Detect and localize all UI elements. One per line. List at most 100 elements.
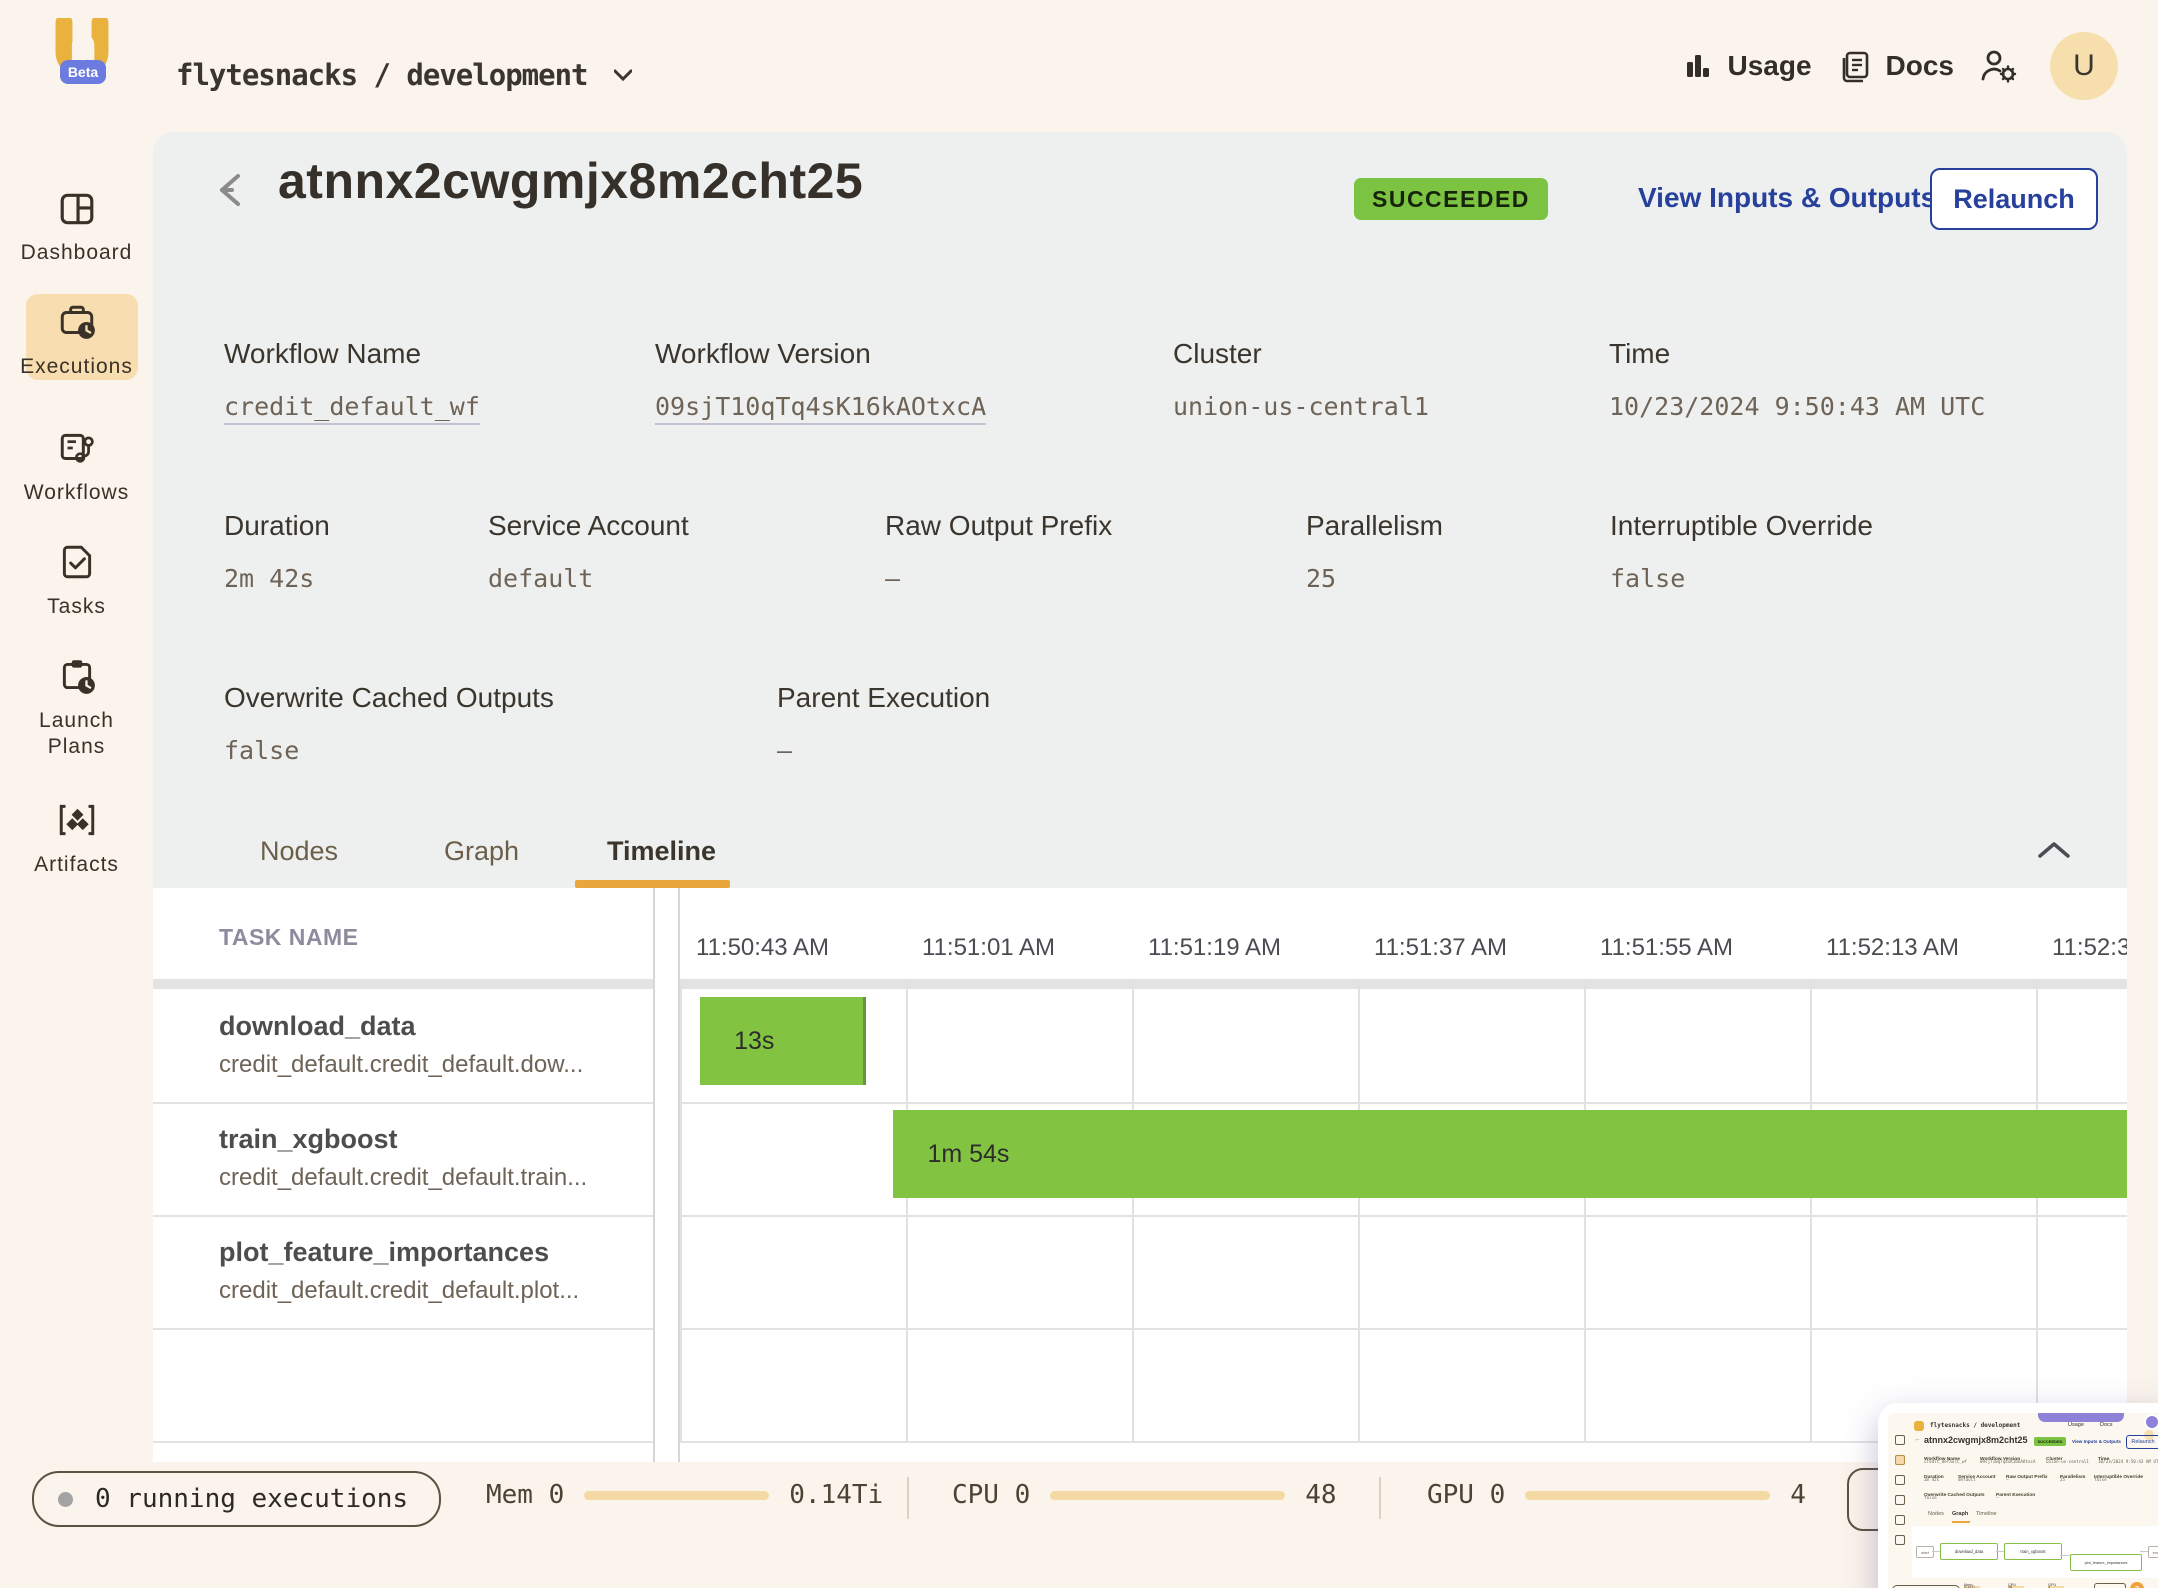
sidebar-item-workflows[interactable]: Workflows xyxy=(0,428,153,506)
pip-docs-label: Docs xyxy=(2100,1422,2113,1428)
row-divider xyxy=(680,1215,2127,1217)
collapse-section-button[interactable] xyxy=(2036,838,2076,870)
tab-graph[interactable]: Graph xyxy=(444,836,519,867)
sidebar-item-launch-plans[interactable]: Launch Plans xyxy=(0,656,153,760)
meta-raw-output-prefix: Raw Output Prefix – xyxy=(885,510,1112,593)
pip-usage-label: Usage xyxy=(2068,1422,2084,1428)
sidebar-label-launch-plans: Launch Plans xyxy=(17,708,137,760)
execution-title: atnnx2cwgmjx8m2cht25 xyxy=(278,152,863,210)
time-value: 10/23/2024 9:50:43 AM UTC xyxy=(1609,392,1985,421)
dashboard-icon xyxy=(58,190,96,228)
sidebar-item-dashboard[interactable]: Dashboard xyxy=(0,190,153,266)
task-row-plot-feature-importances[interactable]: plot_feature_importances credit_default.… xyxy=(153,1215,653,1328)
pip-graph-start-node: start xyxy=(1916,1546,1934,1558)
chevron-down-icon xyxy=(614,69,632,81)
gantt-bar-duration-label: 1m 54s xyxy=(893,1140,1009,1169)
sidebar-item-executions[interactable]: Executions xyxy=(0,302,153,380)
gantt-gridline xyxy=(680,979,682,1441)
pip-active-tab-indicator xyxy=(1952,1521,1970,1523)
view-inputs-outputs-link[interactable]: View Inputs & Outputs xyxy=(1638,182,1936,214)
task-path: credit_default.credit_default.train... xyxy=(219,1164,587,1192)
gantt-bar-train_xgboost[interactable]: 1m 54s xyxy=(893,1110,2127,1198)
pip-status-badge: SUCCEEDED xyxy=(2034,1437,2066,1446)
pip-graph-area: start download_data train_xgboost plot_f… xyxy=(1912,1526,2158,1578)
pip-sidebar-icon xyxy=(1895,1515,1905,1525)
breadcrumb[interactable]: flytesnacks / development xyxy=(176,58,632,92)
pip-help-button: ? xyxy=(2130,1582,2144,1588)
meta-label: Duration xyxy=(224,510,330,542)
workflow-name-link[interactable]: credit_default_wf xyxy=(224,392,480,425)
pip-meta-field: Duration2m 42s xyxy=(1924,1475,1939,1482)
pip-graph-node: plot_feature_importances xyxy=(2070,1554,2142,1571)
task-row-train-xgboost[interactable]: train_xgboost credit_default.credit_defa… xyxy=(153,1102,653,1215)
pip-graph-node: train_xgboost xyxy=(2004,1543,2062,1560)
user-admin-button[interactable] xyxy=(1980,48,2018,84)
avatar[interactable]: U xyxy=(2050,32,2118,100)
duration-value: 2m 42s xyxy=(224,564,330,593)
pip-mini-page: flytesnacks / development Usage Docs ← a… xyxy=(1888,1413,2158,1588)
meta-workflow-name: Workflow Name credit_default_wf xyxy=(224,338,480,425)
header-divider-band xyxy=(680,979,2127,989)
tab-nodes[interactable]: Nodes xyxy=(260,836,338,867)
usage-button[interactable]: Usage xyxy=(1683,50,1811,82)
pip-meta-field: Parent Execution– xyxy=(1996,1493,1999,1500)
column-splitter[interactable] xyxy=(653,888,655,1462)
docs-icon xyxy=(1838,49,1872,83)
cpu-gauge: CPU 0 48 xyxy=(952,1480,1337,1510)
service-account-value: default xyxy=(488,564,689,593)
task-path: credit_default.credit_default.dow... xyxy=(219,1051,583,1079)
pip-meta-field: Service Accountdefault xyxy=(1958,1475,1976,1482)
memory-gauge-max: 0.14Ti xyxy=(789,1480,883,1510)
footer-divider xyxy=(1379,1477,1381,1519)
tab-timeline[interactable]: Timeline xyxy=(607,836,716,867)
workflow-version-link[interactable]: 09sjT10qTq4sK16kAOtxcA xyxy=(655,392,986,425)
time-tick-label: 11:51:19 AM xyxy=(1148,934,1281,962)
sidebar-item-artifacts[interactable]: Artifacts xyxy=(0,800,153,878)
pip-thumbnail[interactable]: flytesnacks / development Usage Docs ← a… xyxy=(1878,1403,2158,1588)
gantt-bar-download_data[interactable]: 13s xyxy=(700,997,866,1085)
relaunch-button[interactable]: Relaunch xyxy=(1930,168,2098,230)
sidebar-label-workflows: Workflows xyxy=(17,480,137,506)
docs-button[interactable]: Docs xyxy=(1838,49,1954,83)
pip-sidebar-icon xyxy=(1895,1535,1905,1545)
header-actions: Usage Docs xyxy=(1683,30,2118,102)
status-dot xyxy=(58,1492,73,1507)
row-divider xyxy=(153,1328,653,1330)
pip-meta-field: Workflow Version09sjT10qTq4sK16kAOtxcA xyxy=(1980,1457,2035,1464)
meta-interruptible-override: Interruptible Override false xyxy=(1610,510,1873,593)
pip-meta-field: Overwrite Cached Outputsfalse xyxy=(1924,1493,1937,1500)
memory-gauge-track xyxy=(584,1491,769,1500)
pip-breadcrumb: flytesnacks / development xyxy=(1930,1422,2020,1429)
parent-execution-value: – xyxy=(777,736,990,765)
user-gear-icon xyxy=(1980,48,2018,84)
task-name: download_data xyxy=(219,1011,416,1042)
app-window: Beta flytesnacks / development Usage D xyxy=(0,0,2158,1588)
pip-back-arrow: ← xyxy=(1914,1436,1921,1443)
task-row-download-data[interactable]: download_data credit_default.credit_defa… xyxy=(153,989,653,1102)
gantt-gridline xyxy=(1584,979,1586,1441)
running-executions-label: 0 running executions xyxy=(95,1484,408,1514)
time-tick-label: 11:51:37 AM xyxy=(1374,934,1507,962)
meta-label: Interruptible Override xyxy=(1610,510,1873,542)
union-logo[interactable]: Beta xyxy=(46,18,136,110)
cpu-gauge-label: CPU 0 xyxy=(952,1480,1030,1510)
task-name: plot_feature_importances xyxy=(219,1237,549,1268)
gpu-gauge-track xyxy=(1525,1491,1770,1500)
pip-meta-field: Time10/23/2024 9:50:43 AM UTC xyxy=(2098,1457,2158,1464)
running-executions-pill[interactable]: 0 running executions xyxy=(32,1471,441,1527)
interruptible-override-value: false xyxy=(1610,564,1873,593)
back-button[interactable] xyxy=(212,168,256,212)
task-name: train_xgboost xyxy=(219,1124,398,1155)
pip-sidebar-icon xyxy=(1895,1475,1905,1485)
pip-sidebar-icon-active xyxy=(1895,1455,1905,1465)
meta-label: Service Account xyxy=(488,510,689,542)
sidebar-label-tasks: Tasks xyxy=(17,594,137,620)
gantt-region: 11:50:43 AM11:51:01 AM11:51:19 AM11:51:3… xyxy=(680,888,2127,1462)
pip-title: atnnx2cwgmjx8m2cht25 xyxy=(1924,1435,2028,1445)
raw-output-prefix-value: – xyxy=(885,564,1112,593)
pip-graph-edge xyxy=(1932,1551,1940,1552)
sidebar-item-tasks[interactable]: Tasks xyxy=(0,542,153,620)
pip-relaunch: Relaunch xyxy=(2126,1435,2158,1449)
relaunch-label: Relaunch xyxy=(1953,184,2075,215)
meta-cluster: Cluster union-us-central1 xyxy=(1173,338,1429,421)
